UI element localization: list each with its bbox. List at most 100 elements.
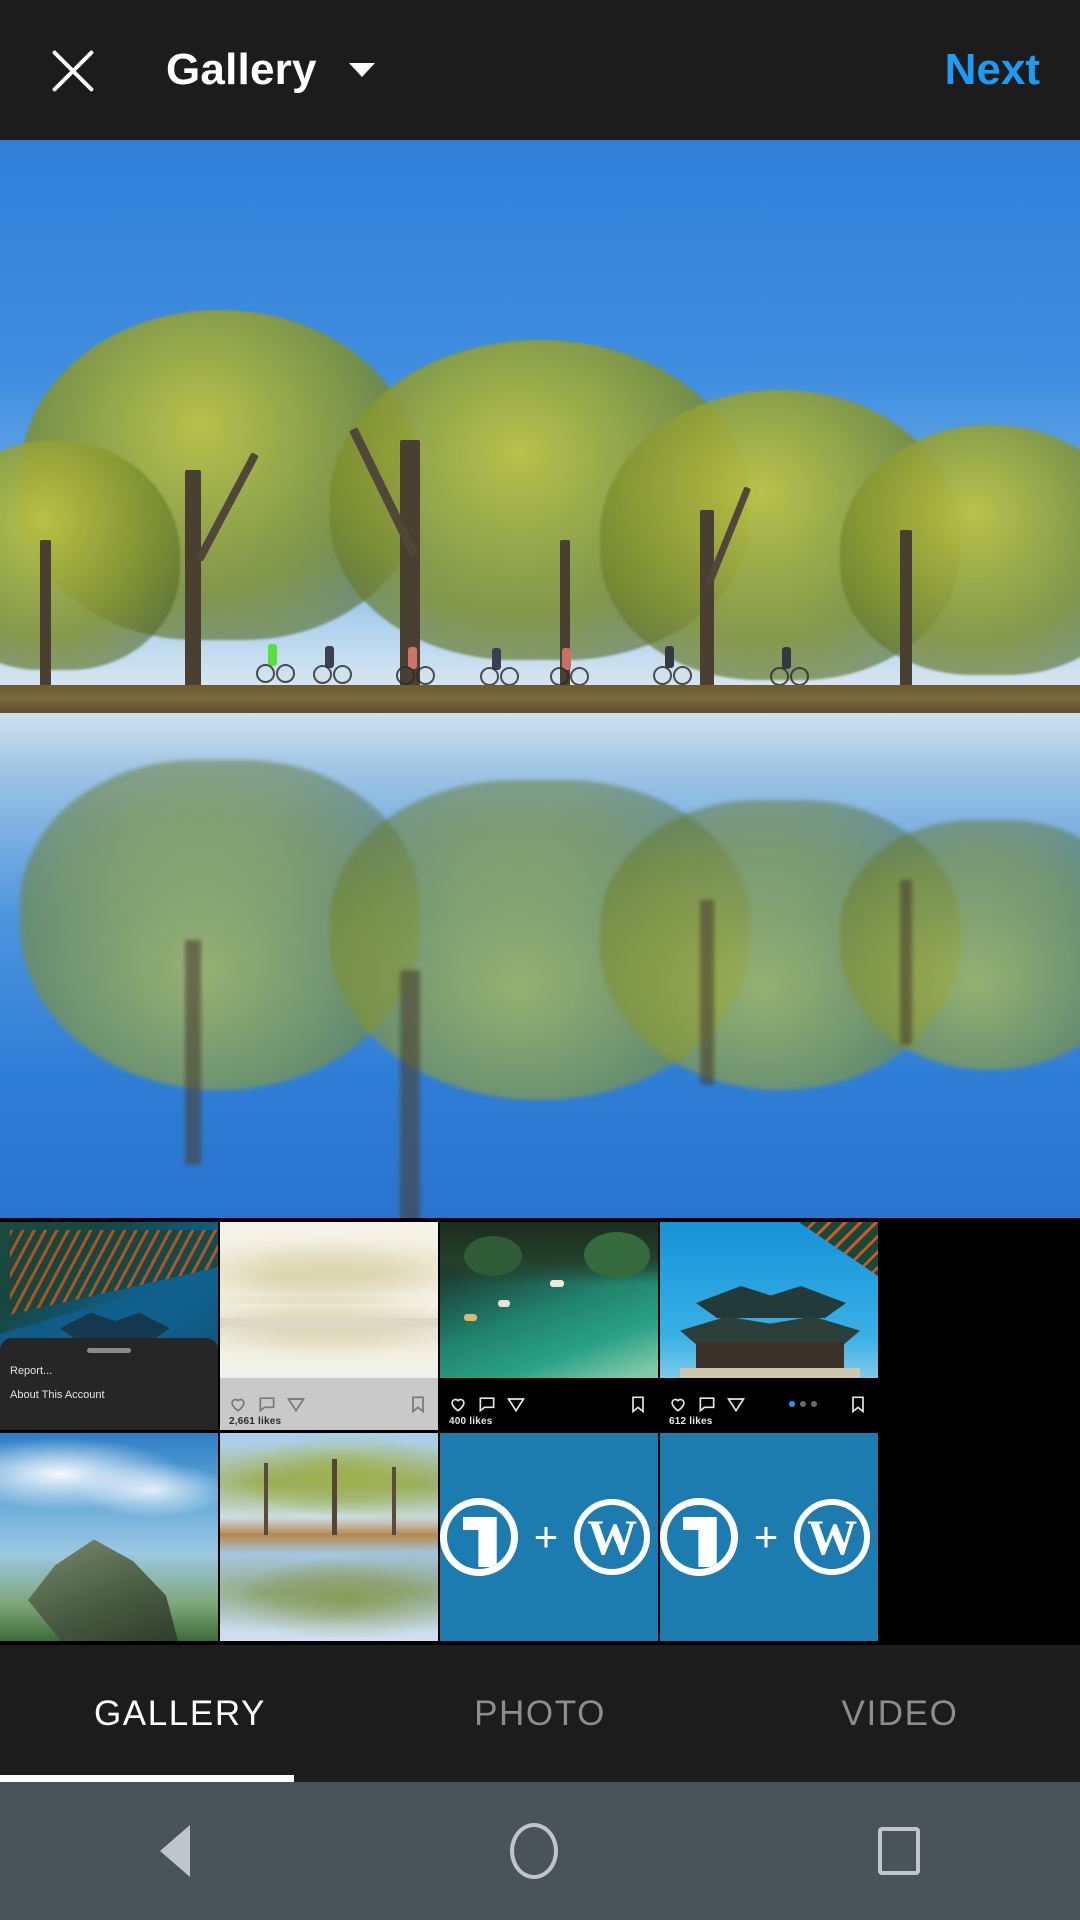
bottom-tab-bar: GALLERY PHOTO VIDEO (0, 1645, 1080, 1782)
thumbnail-3[interactable]: 400 likes (440, 1222, 658, 1430)
bicycle-wheel (673, 666, 692, 685)
active-tab-indicator (0, 1775, 294, 1782)
river-bank (0, 685, 1080, 713)
bicycle-wheel (480, 667, 499, 686)
close-button[interactable] (18, 0, 128, 140)
page-title[interactable]: Gallery (166, 45, 317, 95)
recents-square-icon[interactable] (878, 1827, 920, 1875)
menu-item-report[interactable]: Report... (10, 1365, 208, 1377)
foliage (464, 1236, 522, 1276)
instagram-gallery-picker-screen: Gallery Next Report... About This Accoun… (0, 0, 1080, 1920)
tree-trunk (185, 470, 201, 695)
share-icon[interactable] (506, 1394, 526, 1414)
thumbnail-5[interactable] (0, 1433, 218, 1641)
thumbnail-2[interactable]: 2,661 likes (220, 1222, 438, 1430)
tree-line (220, 1437, 438, 1523)
trunk-reflection (700, 900, 714, 1085)
cyclist (408, 647, 417, 669)
bicycle-wheel (550, 667, 569, 686)
palace-body (696, 1342, 844, 1370)
share-icon[interactable] (286, 1394, 306, 1414)
cyclist (325, 646, 334, 668)
boat (498, 1300, 510, 1307)
horizon-line (220, 1318, 438, 1327)
bicycle-wheel (770, 667, 789, 686)
cyclist (782, 647, 791, 669)
trunk-reflection (400, 970, 420, 1218)
bicycle-wheel (313, 665, 332, 684)
trunk-reflection (185, 940, 201, 1165)
bicycle-wheel (276, 664, 295, 683)
drag-handle[interactable] (87, 1348, 131, 1353)
thumb-trunk (332, 1459, 337, 1535)
bicycle-wheel (256, 664, 275, 683)
bookmark-icon[interactable] (628, 1394, 648, 1414)
foliage (584, 1232, 650, 1278)
carousel-dots (789, 1401, 817, 1407)
pale-canopy (220, 1234, 438, 1304)
like-count: 612 likes (669, 1416, 713, 1427)
thumbnail-1[interactable]: Report... About This Account (0, 1222, 218, 1430)
thumbnail-4[interactable]: 612 likes (660, 1222, 878, 1430)
cloud (78, 1463, 218, 1517)
plus-icon: + (753, 1513, 779, 1560)
home-circle-icon[interactable] (510, 1823, 558, 1879)
tree-line-reflection (220, 1551, 438, 1637)
bookmark-icon[interactable] (848, 1394, 868, 1414)
palace-platform (680, 1368, 860, 1378)
tab-video[interactable]: VIDEO (720, 1645, 1080, 1782)
comment-icon[interactable] (477, 1394, 497, 1414)
menu-item-about-account[interactable]: About This Account (10, 1389, 208, 1401)
cyclist (492, 648, 501, 670)
bicycle-wheel (396, 666, 415, 685)
share-icon[interactable] (726, 1394, 746, 1414)
close-icon (47, 44, 99, 96)
pale-canopy-reflection (220, 1296, 438, 1366)
bicycle-wheel (416, 666, 435, 685)
thumb-trunk (392, 1467, 396, 1535)
android-navigation-bar (0, 1782, 1080, 1920)
bicycle-wheel (790, 667, 809, 686)
bookmark-icon[interactable] (408, 1394, 428, 1414)
app-logo-left-icon (440, 1498, 518, 1576)
bicycle-wheel (500, 667, 519, 686)
next-button[interactable]: Next (945, 0, 1040, 140)
bicycle-wheel (570, 667, 589, 686)
tab-gallery[interactable]: GALLERY (0, 1645, 360, 1782)
thumbnail-grid: Report... About This Account 2,661 likes (0, 1222, 1080, 1645)
thumb-trunk (264, 1463, 268, 1535)
image-preview[interactable]: ∞ (0, 140, 1080, 1218)
tab-photo[interactable]: PHOTO (360, 1645, 720, 1782)
chevron-down-icon[interactable] (348, 63, 375, 77)
cyclist (268, 644, 277, 666)
back-triangle-icon[interactable] (160, 1825, 190, 1877)
trunk-reflection (900, 880, 912, 1045)
thumbnail-7[interactable]: + W (440, 1433, 658, 1641)
heart-icon[interactable] (448, 1394, 468, 1414)
tree-trunk (40, 540, 51, 695)
wordpress-tile: + W (440, 1433, 658, 1641)
boat (550, 1280, 564, 1287)
like-count: 400 likes (449, 1416, 493, 1427)
comment-icon[interactable] (697, 1394, 717, 1414)
wordpress-tile: + W (660, 1433, 878, 1641)
wordpress-icon: W (794, 1499, 871, 1575)
app-logo-left-icon (660, 1498, 738, 1576)
bicycle-wheel (653, 666, 672, 685)
cyclist (562, 648, 571, 670)
like-count: 2,661 likes (229, 1416, 282, 1427)
heart-icon[interactable] (668, 1394, 688, 1414)
context-menu[interactable]: Report... About This Account (0, 1338, 218, 1430)
cyclist (665, 646, 674, 668)
boat (464, 1314, 477, 1321)
thumbnail-8[interactable]: + W (660, 1433, 878, 1641)
plus-icon: + (533, 1513, 559, 1560)
bicycle-wheel (333, 665, 352, 684)
top-header-bar: Gallery Next (0, 0, 1080, 140)
thumbnail-6[interactable] (220, 1433, 438, 1641)
tree-trunk (900, 530, 912, 695)
heart-icon[interactable] (228, 1394, 248, 1414)
wordpress-icon: W (574, 1499, 651, 1575)
comment-icon[interactable] (257, 1394, 277, 1414)
tree-trunk (700, 510, 714, 695)
